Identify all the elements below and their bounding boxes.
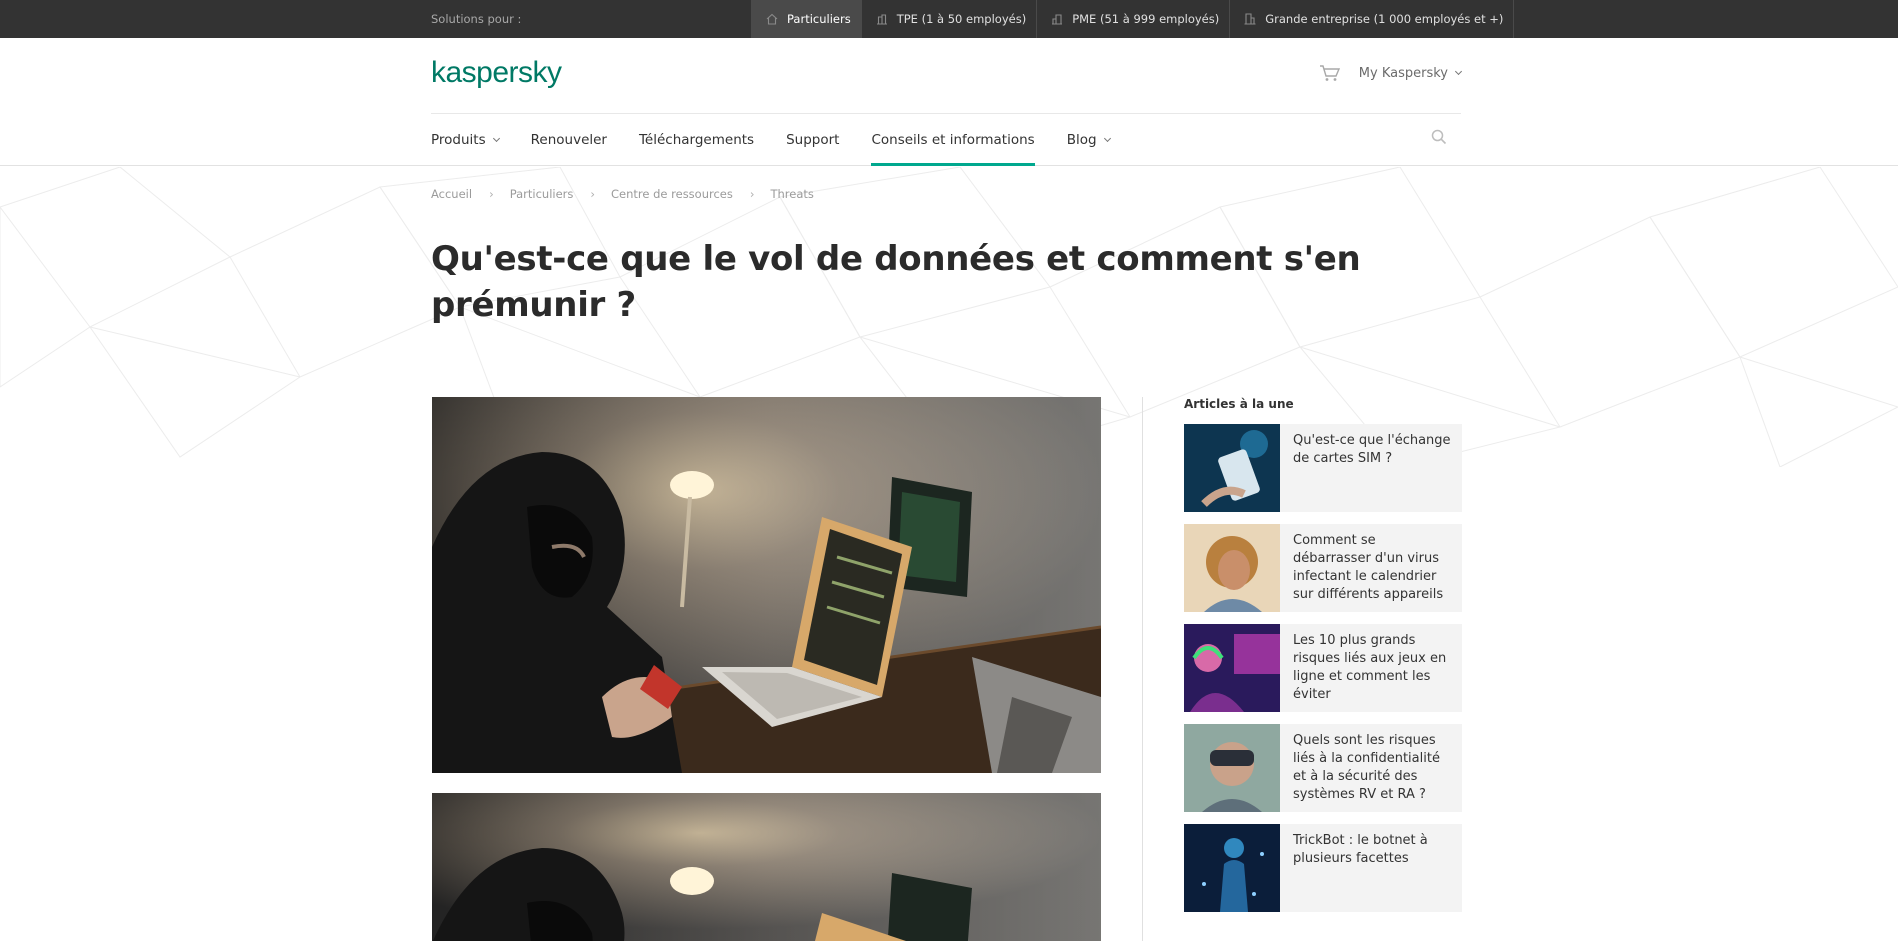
my-kaspersky-label: My Kaspersky	[1358, 65, 1448, 81]
segment-bar: Solutions pour : Particuliers TPE (1 à 5…	[0, 0, 1898, 38]
featured-article-card[interactable]: TrickBot : le botnet à plusieurs facette…	[1184, 824, 1462, 912]
featured-articles-sidebar: Articles à la une Qu'est-ce que l'échang…	[1184, 397, 1462, 924]
nav-item-renouveler[interactable]: Renouveler	[531, 114, 607, 166]
chevron-down-icon	[492, 134, 500, 143]
chevron-down-icon	[1454, 67, 1463, 76]
segment-particuliers[interactable]: Particuliers	[751, 0, 861, 38]
nav-label: Conseils et informations	[871, 132, 1035, 148]
nav-item-blog[interactable]: Blog	[1066, 114, 1111, 166]
header-actions: My Kaspersky	[1319, 64, 1463, 82]
page-title: Qu'est-ce que le vol de données et comme…	[431, 239, 1361, 325]
article-title: Comment se débarrasser d'un virus infect…	[1293, 533, 1444, 602]
home-icon	[766, 13, 778, 25]
segment-label: PME (51 à 999 employés)	[1072, 12, 1220, 26]
nav-item-conseils[interactable]: Conseils et informations	[871, 114, 1035, 166]
breadcrumb-separator: ›	[489, 187, 494, 201]
article-thumbnail	[1184, 824, 1280, 912]
breadcrumb-separator: ›	[749, 187, 755, 201]
breadcrumb-accueil[interactable]: Accueil	[431, 187, 472, 201]
segment-tpe[interactable]: TPE (1 à 50 employés)	[860, 0, 1037, 38]
article-hero-image	[432, 397, 1101, 773]
nav-label: Produits	[431, 132, 486, 148]
segment-label: Grande entreprise (1 000 employés et +)	[1265, 12, 1504, 26]
article-thumbnail	[1184, 524, 1280, 612]
segment-label: TPE (1 à 50 employés)	[896, 12, 1027, 26]
nav-item-telechargements[interactable]: Téléchargements	[639, 114, 754, 166]
cart-icon[interactable]	[1319, 64, 1341, 82]
my-kaspersky-menu[interactable]: My Kaspersky	[1358, 65, 1463, 81]
enterprise-icon	[1244, 13, 1256, 25]
nav-label: Renouveler	[530, 132, 607, 148]
solutions-label: Solutions pour :	[431, 12, 522, 26]
breadcrumb-particuliers[interactable]: Particuliers	[510, 187, 574, 201]
site-header: kaspersky My Kaspersky Produits Renouvel…	[0, 38, 1898, 166]
kaspersky-logo[interactable]: kaspersky	[431, 56, 562, 90]
hacker-illustration	[432, 793, 1101, 941]
building-icon	[1052, 14, 1063, 25]
article-thumbnail	[1184, 724, 1280, 812]
article-thumbnail	[1184, 424, 1280, 512]
nav-label: Support	[786, 132, 840, 148]
hacker-illustration	[432, 397, 1101, 773]
article-title: Les 10 plus grands risques liés aux jeux…	[1293, 633, 1447, 702]
segment-pme[interactable]: PME (51 à 999 employés)	[1036, 0, 1229, 38]
search-icon[interactable]	[1431, 129, 1447, 145]
article-title: TrickBot : le botnet à plusieurs facette…	[1293, 833, 1428, 866]
article-title: Quels sont les risques liés à la confide…	[1293, 733, 1440, 802]
breadcrumb-centre-ressources[interactable]: Centre de ressources	[611, 187, 733, 201]
sidebar-title: Articles à la une	[1184, 397, 1294, 411]
nav-label: Téléchargements	[638, 132, 755, 148]
breadcrumb-separator: ›	[590, 187, 595, 201]
featured-article-card[interactable]: Comment se débarrasser d'un virus infect…	[1184, 524, 1462, 612]
main-nav: Produits Renouveler Téléchargements Supp…	[431, 114, 1142, 166]
content-divider	[1142, 397, 1143, 941]
segment-list: Particuliers TPE (1 à 50 employés) PME (…	[751, 0, 1515, 38]
featured-article-card[interactable]: Quels sont les risques liés à la confide…	[1184, 724, 1462, 812]
small-building-icon	[876, 14, 887, 25]
segment-grande-entreprise[interactable]: Grande entreprise (1 000 employés et +)	[1229, 0, 1515, 38]
breadcrumb: Accueil › Particuliers › Centre de resso…	[431, 187, 814, 201]
article-secondary-image	[432, 793, 1101, 941]
segment-label: Particuliers	[787, 12, 851, 26]
featured-article-card[interactable]: Les 10 plus grands risques liés aux jeux…	[1184, 624, 1462, 712]
nav-item-produits[interactable]: Produits	[431, 114, 500, 166]
breadcrumb-threats[interactable]: Threats	[770, 187, 813, 201]
featured-article-card[interactable]: Qu'est-ce que l'échange de cartes SIM ?	[1184, 424, 1462, 512]
nav-label: Blog	[1066, 132, 1097, 148]
chevron-down-icon	[1103, 134, 1111, 143]
article-thumbnail	[1184, 624, 1280, 712]
article-title: Qu'est-ce que l'échange de cartes SIM ?	[1293, 433, 1451, 466]
nav-item-support[interactable]: Support	[786, 114, 839, 166]
